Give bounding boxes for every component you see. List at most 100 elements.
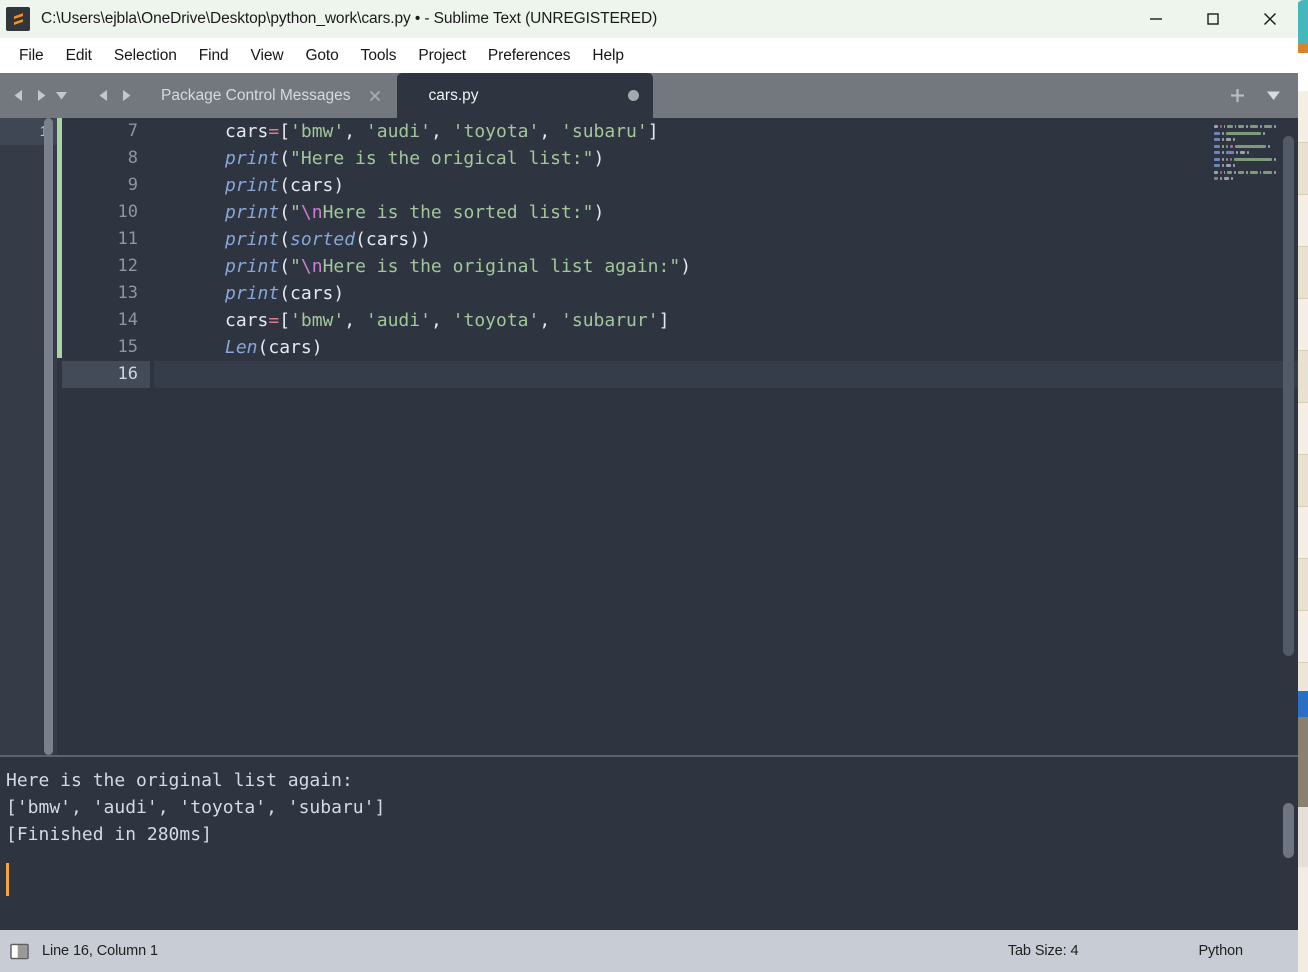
tab-package-control-messages[interactable]: Package Control Messages xyxy=(143,73,397,118)
plus-icon[interactable] xyxy=(1228,86,1247,105)
menu-bar: File Edit Selection Find View Goto Tools… xyxy=(0,38,1298,73)
minimap-token xyxy=(1246,125,1249,128)
code-line[interactable]: print(cars) xyxy=(154,172,1298,199)
minimap-token xyxy=(1264,125,1273,128)
title-bar: C:\Users\ejbla\OneDrive\Desktop\python_w… xyxy=(0,0,1298,38)
minimap-token xyxy=(1274,157,1276,161)
chevron-down-icon[interactable] xyxy=(1263,85,1284,106)
output-scrollbar[interactable] xyxy=(1283,763,1294,913)
line-number: 14 xyxy=(117,310,138,330)
code-line[interactable]: Len(cars) xyxy=(154,334,1298,361)
code-token: cars xyxy=(268,337,312,358)
line-number: 12 xyxy=(117,256,138,276)
window-title: C:\Users\ejbla\OneDrive\Desktop\python_w… xyxy=(41,10,658,27)
minimap-token xyxy=(1259,170,1262,174)
build-output-panel[interactable]: Here is the original list again: ['bmw',… xyxy=(0,755,1298,930)
editor-pane[interactable]: 7 8 9 10 11 12 13 14 15 16 cars=['bmw', 'audi', '… xyxy=(57,118,1298,755)
minimap-token xyxy=(1214,164,1221,167)
chevron-down-icon[interactable] xyxy=(52,73,71,118)
close-icon[interactable] xyxy=(367,88,383,104)
menu-item-selection[interactable]: Selection xyxy=(103,44,188,68)
minimap-line xyxy=(1212,170,1276,175)
code-token: " xyxy=(290,256,301,277)
line-number: 7 xyxy=(127,121,138,141)
pane-nav-group xyxy=(0,73,79,118)
code-line[interactable]: print("\nHere is the sorted list:") xyxy=(154,199,1298,226)
minimap-token xyxy=(1263,170,1273,174)
minimap[interactable] xyxy=(1212,124,1277,244)
minimap-token xyxy=(1234,144,1266,148)
code-line[interactable]: print("Here is the origical list:") xyxy=(154,145,1298,172)
code-token: print xyxy=(225,175,280,196)
tab-cars-py[interactable]: cars.py xyxy=(396,73,653,118)
minimize-button[interactable] xyxy=(1127,0,1184,38)
menu-item-find[interactable]: Find xyxy=(188,44,240,68)
line-number: 11 xyxy=(117,229,138,249)
minimap-token xyxy=(1250,125,1259,128)
code-token: Here is the sorted list:" xyxy=(322,202,594,223)
tab-size-indicator[interactable]: Tab Size: 4 xyxy=(1008,943,1079,959)
forward-arrow-icon[interactable] xyxy=(116,73,135,118)
editor-scrollbar[interactable] xyxy=(1283,118,1294,755)
sidebar-scrollbar[interactable] xyxy=(44,118,53,755)
code-content[interactable]: cars=['bmw', 'audi', 'toyota', 'subaru']… xyxy=(154,118,1298,755)
sidebar-scrollbar-thumb[interactable] xyxy=(44,118,53,755)
minimap-line xyxy=(1212,131,1276,136)
code-token: ( xyxy=(279,148,291,169)
language-indicator[interactable]: Python xyxy=(1198,943,1243,959)
line-number-gutter: 7 8 9 10 11 12 13 14 15 16 xyxy=(62,118,150,755)
code-token: ) xyxy=(593,202,605,223)
code-token: 'bmw' xyxy=(290,310,345,331)
code-token: ( xyxy=(355,229,366,250)
code-token: , xyxy=(539,310,562,331)
menu-item-project[interactable]: Project xyxy=(407,44,477,68)
code-token: ) xyxy=(311,337,323,358)
output-line: ['bmw', 'audi', 'toyota', 'subaru'] xyxy=(6,797,386,818)
editor-scrollbar-thumb[interactable] xyxy=(1283,136,1294,656)
minimap-token xyxy=(1230,144,1233,148)
menu-item-goto[interactable]: Goto xyxy=(294,44,349,68)
menu-item-help[interactable]: Help xyxy=(581,44,634,68)
sidebar-toggle-icon[interactable] xyxy=(10,942,29,961)
minimap-token xyxy=(1237,170,1244,174)
back-arrow-icon[interactable] xyxy=(95,73,114,118)
menu-item-file[interactable]: File xyxy=(8,44,55,68)
code-line[interactable]: cars=['bmw', 'audi', 'toyota', 'subarur'… xyxy=(154,307,1298,334)
close-button[interactable] xyxy=(1241,0,1298,38)
minimap-token xyxy=(1274,125,1277,128)
history-nav-group xyxy=(79,73,143,118)
code-line[interactable]: print(cars) xyxy=(154,280,1298,307)
menu-item-edit[interactable]: Edit xyxy=(55,44,103,68)
minimap-token xyxy=(1214,177,1218,180)
maximize-button[interactable] xyxy=(1184,0,1241,38)
code-token: ( xyxy=(279,283,291,304)
arrow-right-icon[interactable] xyxy=(31,73,50,118)
minimap-token xyxy=(1226,138,1232,141)
minimap-line xyxy=(1212,163,1276,168)
arrow-left-icon[interactable] xyxy=(10,73,29,118)
sublime-text-window: C:\Users\ejbla\OneDrive\Desktop\python_w… xyxy=(0,0,1298,972)
unsaved-dot-icon[interactable] xyxy=(627,90,639,101)
output-line: [Finished in 280ms] xyxy=(6,824,212,845)
code-token: 'toyota' xyxy=(452,310,540,331)
line-number: 13 xyxy=(117,283,138,303)
line-number: 15 xyxy=(117,337,138,357)
code-line[interactable] xyxy=(154,361,1298,388)
code-token: print xyxy=(225,256,280,277)
code-token: = xyxy=(268,310,280,331)
code-token: 'audi' xyxy=(365,121,431,142)
menu-item-view[interactable]: View xyxy=(240,44,295,68)
menu-item-preferences[interactable]: Preferences xyxy=(477,44,581,68)
code-token: ( xyxy=(257,337,269,358)
tab-label: cars.py xyxy=(428,86,479,104)
code-line[interactable]: cars=['bmw', 'audi', 'toyota', 'subaru'] xyxy=(154,118,1298,145)
output-text-cursor xyxy=(6,863,9,896)
side-bar[interactable]: 1 xyxy=(0,118,57,755)
minimap-line xyxy=(1212,183,1276,188)
menu-item-tools[interactable]: Tools xyxy=(350,44,408,68)
output-scrollbar-thumb[interactable] xyxy=(1283,803,1294,858)
code-line[interactable]: print("\nHere is the original list again… xyxy=(154,253,1298,280)
code-token: 'audi' xyxy=(365,310,431,331)
code-line[interactable]: print(sorted(cars)) xyxy=(154,226,1298,253)
minimap-token xyxy=(1222,151,1225,154)
